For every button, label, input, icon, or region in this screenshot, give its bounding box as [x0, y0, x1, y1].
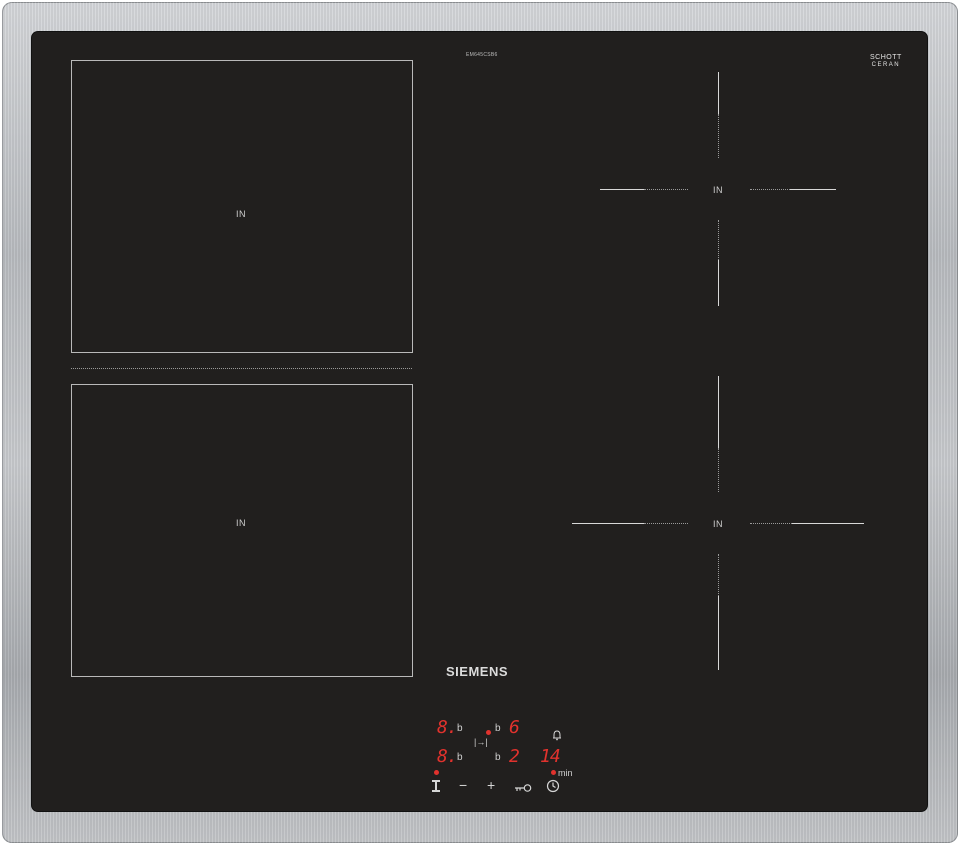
zone-marker	[750, 189, 790, 190]
zone-marker	[718, 220, 719, 260]
brand-logo: SIEMENS	[446, 664, 509, 679]
residual-heat-indicator: b	[495, 752, 501, 763]
ceramic-glass-surface: EM645CSB6 SCHOTT CERAN IN IN IN IN SIEME…	[32, 32, 927, 811]
glass-maker-line1: SCHOTT	[870, 54, 902, 61]
zone-marker	[750, 523, 792, 524]
zone-marker	[718, 260, 719, 306]
minus-button[interactable]: −	[459, 778, 467, 792]
zone-marker	[718, 114, 719, 158]
zone-marker	[644, 189, 688, 190]
zone-marker	[718, 72, 719, 114]
zone-marker	[600, 189, 644, 190]
zone-marker	[718, 376, 719, 448]
timer-display: 14	[540, 746, 561, 767]
zone-select-indicator	[486, 730, 491, 735]
plus-button[interactable]: +	[487, 778, 495, 792]
model-number: EM645CSB6	[466, 52, 498, 58]
timer-indicator	[551, 770, 556, 775]
glass-maker-logo: SCHOTT CERAN	[870, 54, 902, 68]
power-indicator	[434, 770, 439, 775]
zone-marker	[572, 523, 644, 524]
zone-label: IN	[236, 209, 246, 219]
zone-marker	[718, 596, 719, 670]
power-display-rear-right: 6	[509, 717, 520, 738]
timer-unit-label: min	[558, 768, 573, 778]
child-lock-key-icon[interactable]	[514, 781, 532, 795]
residual-heat-indicator: b	[457, 723, 463, 734]
power-button-icon[interactable]	[431, 779, 441, 795]
power-display-rear-left: 8.	[437, 746, 458, 767]
residual-heat-indicator: b	[457, 752, 463, 763]
zone-label: IN	[713, 185, 723, 195]
flex-zone-divider	[71, 368, 412, 369]
power-display-front-right: 2	[509, 746, 520, 767]
timer-clock-icon[interactable]	[546, 779, 560, 795]
zone-marker	[792, 523, 864, 524]
zone-label: IN	[713, 519, 723, 529]
zone-marker	[644, 523, 688, 524]
zone-marker	[790, 189, 836, 190]
zone-marker	[718, 554, 719, 596]
cooking-zone-front-left-upper	[71, 60, 413, 353]
cooking-zone-rear-left-lower	[71, 384, 413, 677]
bell-icon[interactable]	[551, 729, 563, 743]
residual-heat-indicator: b	[495, 723, 501, 734]
zone-label: IN	[236, 518, 246, 528]
glass-maker-line2: CERAN	[871, 62, 901, 68]
power-display-front-left: 8.	[437, 717, 458, 738]
flex-zone-icon[interactable]: |→|	[474, 738, 488, 747]
zone-marker	[718, 448, 719, 492]
